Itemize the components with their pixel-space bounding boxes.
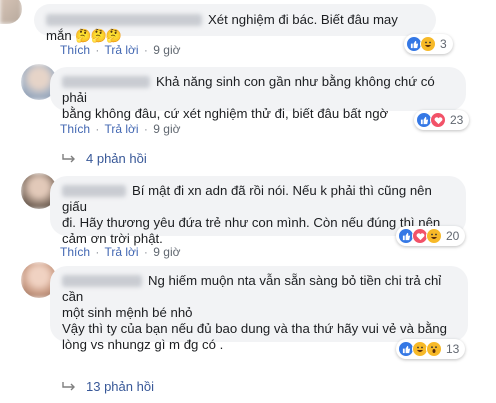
- reaction-summary[interactable]: 20: [396, 226, 466, 246]
- reaction-count: 3: [440, 37, 447, 51]
- comment-actions: Thích · Trả lời · 9 giờ: [60, 43, 181, 57]
- like-link[interactable]: Thích: [60, 43, 90, 57]
- like-link[interactable]: Thích: [60, 245, 90, 259]
- reaction-summary[interactable]: 23: [414, 110, 470, 130]
- thinking-emoji: 🤔🤔🤔: [75, 28, 122, 43]
- reply-link[interactable]: Trả lời: [104, 43, 138, 57]
- comment-text-line-2: một sinh mệnh bé nhỏ: [62, 305, 193, 320]
- replies-count-label[interactable]: 4 phản hồi: [86, 151, 147, 166]
- reply-arrow-icon: [62, 378, 76, 394]
- comment-text-line-2: bằng không đâu, cứ xét nghiệm thử đi, bi…: [62, 106, 389, 121]
- reply-link[interactable]: Trả lời: [104, 122, 138, 136]
- comment-text-line-3: Vậy thì ty của bạn nếu đủ bao dung và th…: [62, 321, 447, 336]
- comment-bubble: Xét nghiệm đi bác. Biết đâu may mắn 🤔🤔🤔: [34, 4, 436, 43]
- author-name-blurred[interactable]: [46, 13, 202, 26]
- replies-count-label[interactable]: 13 phản hồi: [86, 379, 154, 394]
- comment-text-line-2: đi. Hãy thương yêu đứa trẻ như con mình.…: [62, 215, 441, 230]
- avatar[interactable]: [0, 0, 22, 24]
- reply-link[interactable]: Trả lời: [104, 245, 138, 259]
- timestamp[interactable]: 9 giờ: [153, 43, 180, 57]
- comment-actions: Thích · Trả lời · 9 giờ: [60, 245, 181, 259]
- reaction-count: 13: [446, 342, 460, 356]
- reply-arrow-icon: [62, 150, 76, 166]
- haha-icon: [426, 228, 442, 244]
- timestamp[interactable]: 9 giờ: [153, 122, 180, 136]
- reaction-summary[interactable]: 3: [404, 34, 453, 54]
- view-replies-link[interactable]: 4 phản hồi: [62, 150, 147, 166]
- author-name-blurred[interactable]: [62, 75, 150, 88]
- author-name-blurred[interactable]: [62, 274, 142, 287]
- view-replies-link[interactable]: 13 phản hồi: [62, 378, 154, 394]
- like-link[interactable]: Thích: [60, 122, 90, 136]
- comment-bubble: Ng hiếm muộn nta vẫn sẵn sàng bỏ tiền ch…: [50, 266, 468, 352]
- timestamp[interactable]: 9 giờ: [153, 245, 180, 259]
- haha-icon: [420, 36, 436, 52]
- reaction-count: 20: [446, 229, 460, 243]
- wow-icon: [426, 341, 442, 357]
- author-name-blurred[interactable]: [62, 184, 126, 197]
- reaction-summary[interactable]: 13: [396, 339, 466, 359]
- comment-bubble: Khả năng sinh con gần như bằng không chứ…: [50, 67, 466, 121]
- reaction-count: 23: [450, 113, 464, 127]
- comment-actions: Thích · Trả lời · 9 giờ: [60, 122, 181, 136]
- love-icon: [430, 112, 446, 128]
